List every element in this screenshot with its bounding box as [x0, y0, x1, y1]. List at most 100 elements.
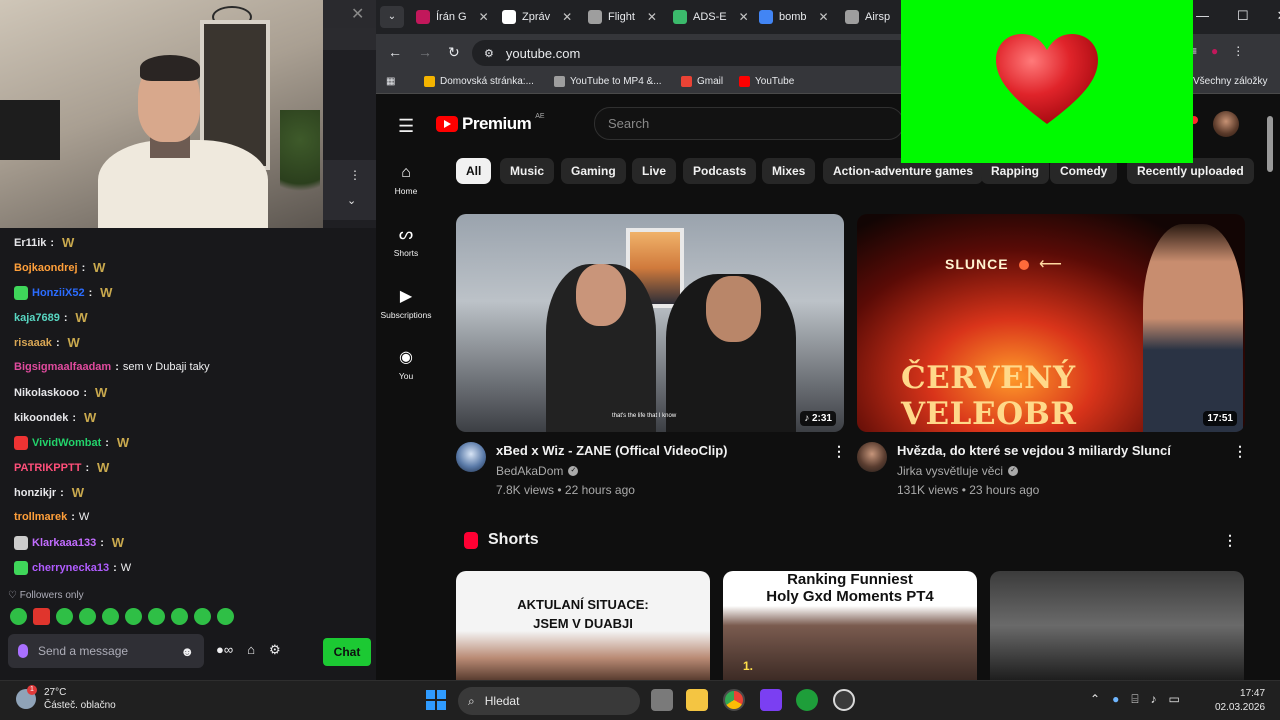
tab-search-button[interactable]: ⌄ [380, 6, 404, 28]
browser-tab[interactable]: Írán G ✕ [416, 4, 489, 30]
hamburger-menu-icon[interactable]: ☰ [398, 116, 414, 137]
reload-icon[interactable]: ↻ [448, 44, 460, 61]
network-icon[interactable]: ⌸ [1131, 692, 1138, 707]
chat-send-button[interactable]: Chat [323, 638, 371, 666]
apps-grid-icon[interactable]: ▦ [386, 76, 395, 87]
extension-icon[interactable]: ● [1211, 44, 1218, 58]
sidebar-item-you[interactable]: ◉ You [378, 349, 434, 381]
emote[interactable] [148, 608, 165, 625]
address-bar[interactable]: ⚙ youtube.com [472, 40, 912, 66]
channel-name[interactable]: Jirka vysvětluje věci ✓ [897, 464, 1019, 478]
youtube-search-input[interactable]: Search [594, 107, 904, 140]
app-icon[interactable] [833, 689, 855, 711]
tab-close-icon[interactable]: ✕ [562, 10, 572, 24]
tab-close-icon[interactable]: ✕ [819, 10, 829, 24]
microphone-tray-icon[interactable]: ● [1112, 692, 1119, 707]
xbox-icon[interactable] [796, 689, 818, 711]
weather-widget[interactable]: 1 27°C Částeč. oblačno [16, 685, 116, 712]
bookmark-item[interactable]: Gmail [681, 76, 723, 87]
browser-tab[interactable]: ADS-E ✕ [673, 4, 749, 30]
emote[interactable] [33, 608, 50, 625]
site-info-icon[interactable]: ⚙ [484, 47, 494, 60]
chevron-down-icon[interactable]: ⌄ [347, 194, 356, 207]
task-view-icon[interactable] [651, 689, 673, 711]
chat-username[interactable]: kaja7689 [14, 312, 60, 324]
chat-username[interactable]: honzikjr [14, 487, 56, 499]
chevron-up-icon[interactable]: ⌃ [1090, 692, 1100, 707]
chip-mixes[interactable]: Mixes [762, 158, 816, 184]
video-title[interactable]: xBed x Wiz - ZANE (Offical VideoClip) [496, 443, 728, 458]
emote[interactable] [56, 608, 73, 625]
short-thumbnail[interactable]: AKTULANÍ SITUACE: JSEM V DUABJI [456, 571, 710, 680]
back-arrow-icon[interactable]: ← [388, 44, 402, 61]
all-bookmarks[interactable]: Všechny záložky [1193, 76, 1267, 87]
account-avatar[interactable] [1213, 111, 1239, 137]
video-title[interactable]: Hvězda, do které se vejdou 3 miliardy Sl… [897, 443, 1171, 458]
minimize-icon[interactable]: — [1196, 8, 1209, 24]
chat-username[interactable]: risaaak [14, 337, 52, 349]
battery-icon[interactable]: ▭ [1169, 692, 1180, 707]
bookmark-item[interactable]: YouTube to MP4 &... [554, 76, 662, 87]
browser-tab[interactable]: Airsp [845, 4, 890, 30]
video-thumbnail[interactable]: that's the life that I know ♪ 2:31 [456, 214, 844, 432]
taskbar-search[interactable]: ⌕ Hledat [458, 687, 640, 715]
more-options-icon[interactable]: ⋮ [832, 443, 846, 460]
sidebar-item-shorts[interactable]: ᔕ Shorts [378, 226, 434, 258]
close-window-icon[interactable]: ✕ [1277, 8, 1280, 24]
sidebar-item-subscriptions[interactable]: ▶ Subscriptions [378, 288, 434, 320]
channel-name[interactable]: BedAkaDom ✓ [496, 464, 579, 478]
bookmark-item[interactable]: Domovská stránka:... [424, 76, 534, 87]
forward-arrow-icon[interactable]: → [418, 44, 432, 61]
chat-message-input[interactable]: Send a message ☻ [8, 634, 204, 668]
settings-gear-icon[interactable]: ⚙ [269, 642, 281, 658]
emote[interactable] [102, 608, 119, 625]
more-options-icon[interactable]: ⋮ [349, 168, 361, 182]
emoji-icon[interactable]: ☻ [180, 644, 194, 659]
more-options-icon[interactable]: ⋮ [1223, 532, 1237, 549]
chat-username[interactable]: HonziiX52 [32, 287, 85, 299]
volume-icon[interactable]: ♪ [1151, 692, 1157, 707]
file-explorer-icon[interactable] [686, 689, 708, 711]
tab-close-icon[interactable]: ✕ [647, 10, 657, 24]
chrome-icon[interactable] [723, 689, 745, 711]
emote[interactable] [79, 608, 96, 625]
chat-username[interactable]: Er11ik [14, 237, 46, 249]
chat-username[interactable]: Bojkaondrej [14, 262, 78, 274]
sidebar-item-home[interactable]: ⌂ Home [378, 164, 434, 196]
browser-tab[interactable]: bomb ✕ [759, 4, 829, 30]
chip-gaming[interactable]: Gaming [561, 158, 626, 184]
browser-tab[interactable]: Zpráv ✕ [502, 4, 572, 30]
maximize-icon[interactable]: ☐ [1237, 8, 1249, 24]
emote[interactable] [171, 608, 188, 625]
chip-podcasts[interactable]: Podcasts [683, 158, 757, 184]
emote[interactable] [125, 608, 142, 625]
bookmark-item[interactable]: YouTube [739, 76, 794, 87]
obs-icon[interactable] [760, 689, 782, 711]
browser-tab[interactable]: Flight ✕ [588, 4, 657, 30]
chat-username[interactable]: kikoondek [14, 412, 68, 424]
short-thumbnail[interactable] [990, 571, 1244, 680]
emote[interactable] [194, 608, 211, 625]
channel-avatar[interactable] [456, 442, 486, 472]
menu-icon[interactable]: ⋮ [1232, 44, 1244, 58]
chip-music[interactable]: Music [500, 158, 555, 184]
emote[interactable] [10, 608, 27, 625]
chip-live[interactable]: Live [632, 158, 677, 184]
channel-points-icon[interactable]: ●∞ [216, 642, 233, 658]
tab-close-icon[interactable]: ✕ [739, 10, 749, 24]
chip-all[interactable]: All [456, 158, 492, 184]
short-thumbnail[interactable]: Ranking Funniest Holy Gxd Moments PT4 1. [723, 571, 977, 680]
emote[interactable] [217, 608, 234, 625]
chevron-right-icon[interactable]: › [1232, 162, 1237, 178]
clock[interactable]: 17:47 02.03.2026 [1215, 687, 1265, 715]
chat-username[interactable]: Nikolaskooo [14, 387, 79, 399]
close-icon[interactable]: ✕ [351, 4, 364, 24]
chat-username[interactable]: VividWombat [32, 437, 101, 449]
channel-avatar[interactable] [857, 442, 887, 472]
chat-username[interactable]: trollmarek [14, 511, 67, 523]
tab-close-icon[interactable]: ✕ [479, 10, 489, 24]
windows-start-icon[interactable] [426, 690, 446, 710]
chat-username[interactable]: PATRIKPPTT [14, 462, 81, 474]
more-options-icon[interactable]: ⋮ [1233, 443, 1247, 460]
chat-username[interactable]: Bigsigmaalfaadam [14, 361, 111, 373]
